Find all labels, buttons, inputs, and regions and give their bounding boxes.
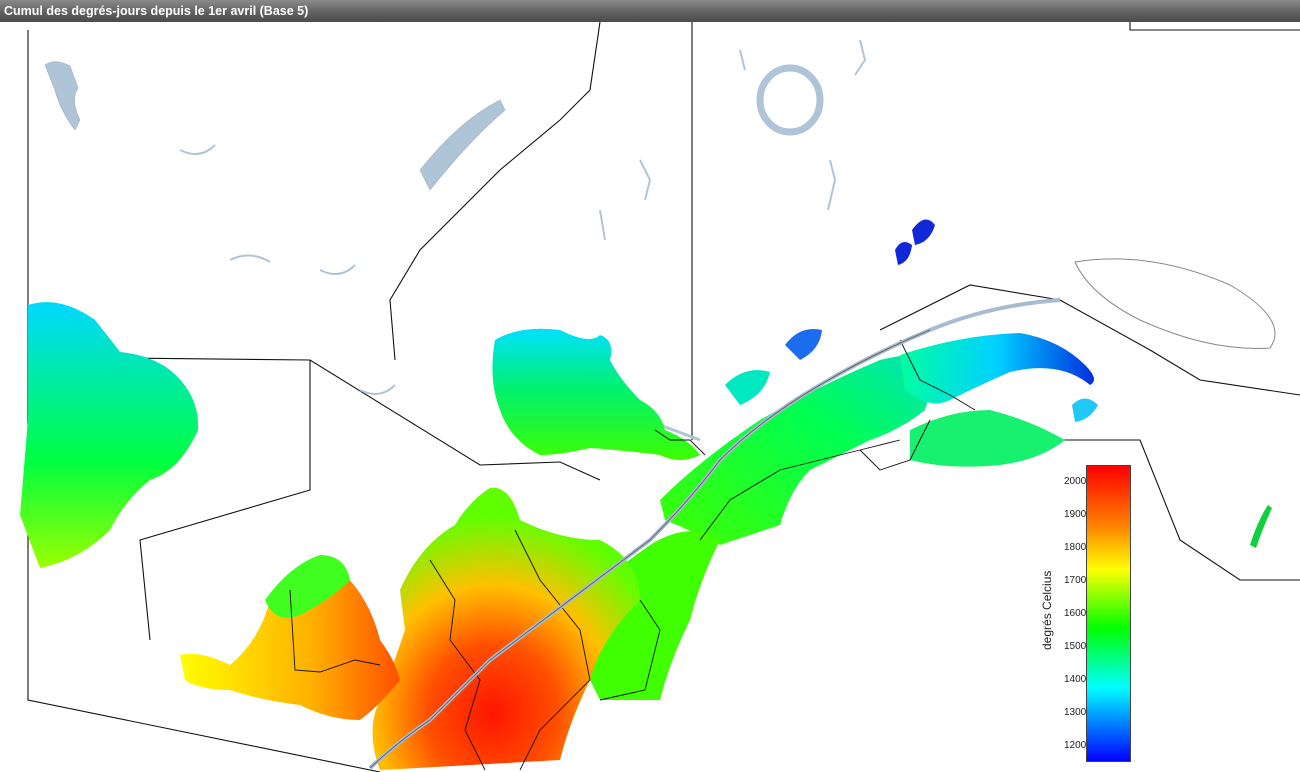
legend-tick: 1400 [1064, 673, 1087, 685]
legend-tick: 1800 [1064, 541, 1087, 553]
region-north-cold-1 [895, 241, 912, 265]
legend-colorbar [1087, 466, 1130, 761]
region-west [20, 302, 199, 568]
region-gaspe-tip [1072, 398, 1098, 422]
legend-tick: 1300 [1064, 706, 1087, 718]
region-gaspe-south [910, 410, 1065, 467]
region-north-shore-cold [785, 329, 822, 360]
legend-tick: 1700 [1064, 574, 1087, 586]
region-south-core [372, 487, 640, 770]
region-gaspe [900, 333, 1094, 404]
legend-title: degrés Celcius [1040, 570, 1054, 650]
region-lac-saint-jean [492, 328, 700, 460]
legend-tick: 2000 [1064, 475, 1087, 487]
region-magdalen [1250, 505, 1272, 548]
legend-tick: 1200 [1064, 739, 1087, 751]
region-south-shore [660, 355, 940, 545]
color-scale-legend [1086, 465, 1131, 762]
region-north-shore [725, 370, 770, 405]
region-north-cold-2 [912, 219, 935, 245]
window-title: Cumul des degrés-jours depuis le 1er avr… [0, 0, 1300, 22]
legend-tick: 1600 [1064, 607, 1087, 619]
legend-tick: 1500 [1064, 640, 1087, 652]
legend-tick: 1900 [1064, 508, 1087, 520]
